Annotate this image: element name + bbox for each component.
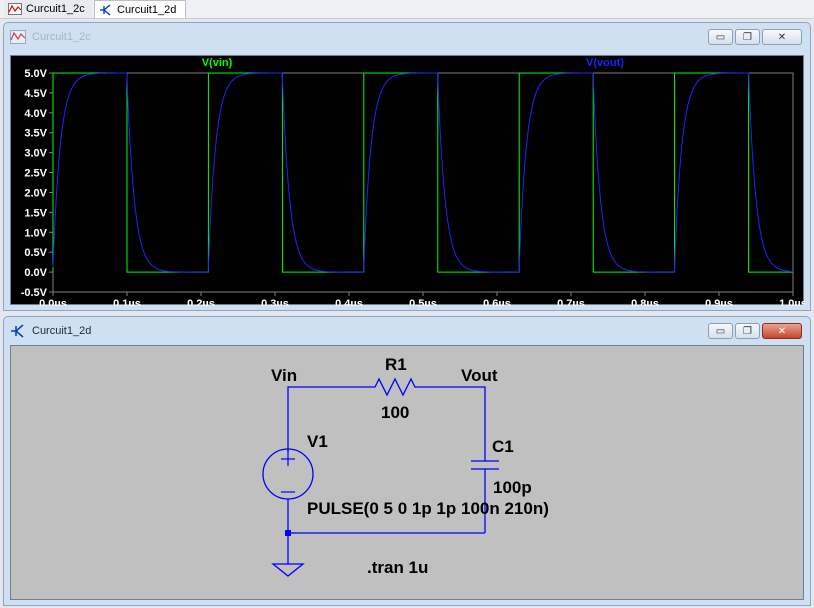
tab-curcuit1-2c[interactable]: Curcuit1_2c	[4, 0, 92, 18]
plot-window: Curcuit1_2c ▭ ❐ ✕ 5.0V 4.5V 4.0V 3.5V 3.0V 2.…	[3, 22, 811, 311]
tab-curcuit1-2d[interactable]: Curcuit1_2d	[94, 0, 186, 18]
x-tick-label: 0.7µs	[557, 298, 585, 306]
capacitor-value[interactable]: 100p	[493, 478, 532, 497]
x-tick-label: 0.1µs	[113, 298, 141, 306]
plot-window-titlebar[interactable]: Curcuit1_2c ▭ ❐ ✕	[4, 23, 810, 51]
plot-frame	[52, 72, 794, 293]
waveform-chart[interactable]: 5.0V 4.5V 4.0V 3.5V 3.0V 2.5V 2.0V 1.5V 1.0V 0.5V…	[11, 56, 807, 310]
x-tick-label: 0.0µs	[39, 298, 67, 306]
trace-vout[interactable]	[52, 72, 793, 273]
trace-vin[interactable]	[52, 72, 793, 273]
x-tick-label: 0.9µs	[705, 298, 733, 306]
x-tick-label: 0.8µs	[631, 298, 659, 306]
close-button[interactable]: ✕	[762, 29, 802, 45]
schematic-canvas[interactable]: Vin Vout R1 100 C1 100p V1 PULSE(0 5 0 1…	[10, 345, 804, 600]
y-tick-label: 0.5V	[24, 247, 47, 259]
schematic-window: Curcuit1_2d ▭ ❐ ✕ Vin Vout R1 100 C1 100…	[3, 316, 811, 606]
junction-dot	[285, 530, 291, 536]
net-label-vin[interactable]: Vin	[271, 366, 297, 385]
restore-button[interactable]: ❐	[735, 323, 760, 339]
y-tick-label: 3.0V	[24, 148, 47, 160]
source-value[interactable]: PULSE(0 5 0 1p 1p 100n 210n)	[307, 499, 549, 518]
tab-label: Curcuit1_2d	[117, 3, 177, 16]
plot-area[interactable]: 5.0V 4.5V 4.0V 3.5V 3.0V 2.5V 2.0V 1.5V 1.0V 0.5V…	[10, 55, 807, 310]
x-tick-label: 0.6µs	[483, 298, 511, 306]
source-name[interactable]: V1	[307, 432, 328, 451]
schematic-window-title: Curcuit1_2d	[32, 325, 92, 337]
waveform-icon	[8, 3, 22, 15]
y-tick-label: 2.5V	[24, 168, 47, 180]
document-tab-bar: Curcuit1_2c Curcuit1_2d	[0, 0, 814, 19]
x-tick-label: 1.0µs	[779, 298, 805, 306]
net-label-vout[interactable]: Vout	[461, 366, 498, 385]
y-tick-label: 1.5V	[24, 207, 47, 219]
y-tick-label: 3.5V	[24, 128, 47, 140]
schematic-drawing[interactable]: Vin Vout R1 100 C1 100p V1 PULSE(0 5 0 1…	[11, 346, 805, 601]
x-tick-label: 0.2µs	[187, 298, 215, 306]
minimize-button[interactable]: ▭	[708, 29, 733, 45]
trace-label-vin[interactable]: V(vin)	[202, 57, 233, 69]
y-tick-label: 1.0V	[24, 227, 47, 239]
x-tick-label: 0.4µs	[335, 298, 363, 306]
schematic-window-titlebar[interactable]: Curcuit1_2d ▭ ❐ ✕	[4, 317, 810, 345]
restore-button[interactable]: ❐	[735, 29, 760, 45]
y-tick-label: 2.0V	[24, 187, 47, 199]
y-tick-label: 0.0V	[24, 267, 47, 279]
close-button[interactable]: ✕	[762, 323, 802, 339]
capacitor-name[interactable]: C1	[492, 437, 514, 456]
resistor-value[interactable]: 100	[381, 403, 409, 422]
resistor-r1[interactable]	[366, 377, 422, 397]
plot-window-title: Curcuit1_2c	[32, 31, 91, 43]
spice-directive[interactable]: .tran 1u	[367, 558, 428, 577]
tab-label: Curcuit1_2c	[26, 3, 85, 15]
resistor-name[interactable]: R1	[385, 355, 407, 374]
x-tick-label: 0.5µs	[409, 298, 437, 306]
waveform-icon	[10, 30, 26, 44]
ground-symbol[interactable]	[271, 563, 305, 577]
y-tick-label: 4.5V	[24, 88, 47, 100]
source-polarity-icon	[281, 452, 295, 493]
wire-vout[interactable]	[422, 386, 486, 454]
y-tick-label: 5.0V	[24, 68, 47, 80]
schematic-icon	[11, 324, 24, 338]
y-tick-label: 4.0V	[24, 108, 47, 120]
x-tick-label: 0.3µs	[261, 298, 289, 306]
minimize-button[interactable]: ▭	[708, 323, 733, 339]
schematic-icon	[100, 3, 111, 16]
trace-label-vout[interactable]: V(vout)	[586, 57, 624, 69]
